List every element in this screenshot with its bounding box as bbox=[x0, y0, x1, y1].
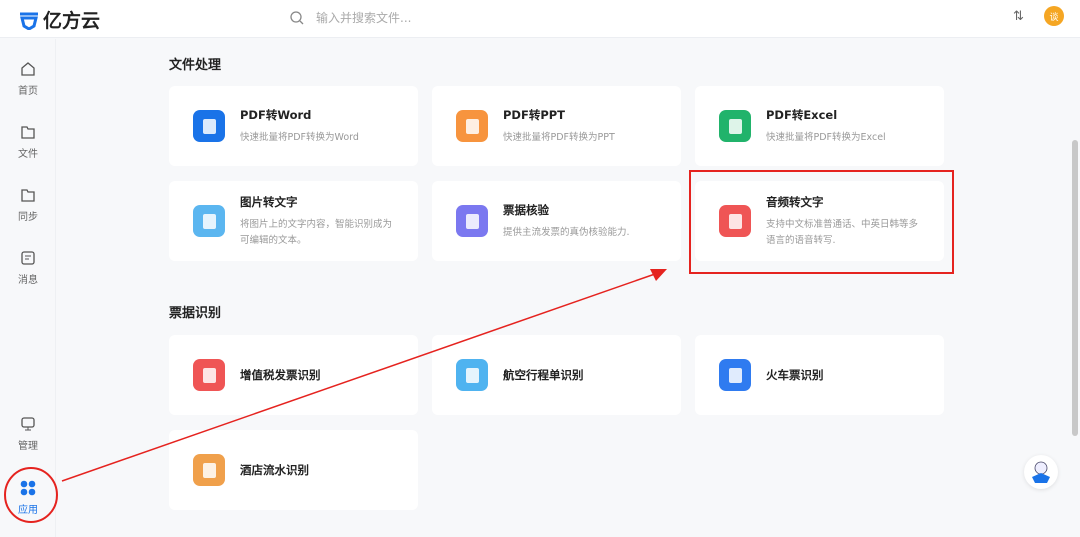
tool-title: 票据核验 bbox=[503, 202, 549, 217]
tool-icon bbox=[719, 110, 751, 142]
tool-title: 酒店流水识别 bbox=[240, 463, 309, 477]
tool-description: 快速批量将PDF转换为PPT bbox=[503, 131, 615, 143]
search-input[interactable]: 输入并搜索文件... bbox=[316, 9, 411, 26]
tool-card[interactable]: 酒店流水识别 bbox=[169, 430, 418, 510]
monitor-icon bbox=[21, 417, 35, 431]
tool-icon bbox=[456, 359, 488, 391]
sidebar-item-label: 首页 bbox=[18, 86, 38, 97]
message-icon bbox=[21, 251, 35, 265]
mascot-icon bbox=[1032, 461, 1050, 483]
search-icon bbox=[290, 10, 304, 24]
tool-card[interactable]: PDF转Excel 快速批量将PDF转换为Excel bbox=[695, 86, 944, 166]
tool-card[interactable]: 图片转文字 将图片上的文字内容，智能识别成为可编辑的文本。 bbox=[169, 181, 418, 261]
tool-icon bbox=[719, 359, 751, 391]
sidebar-item-label: 管理 bbox=[18, 441, 38, 452]
top-bar: 亿方云 输入并搜索文件... ⇅ 谈 bbox=[0, 0, 1080, 38]
tool-icon bbox=[193, 205, 225, 237]
annotation-layer bbox=[4, 170, 954, 523]
tool-card[interactable]: PDF转PPT 快速批量将PDF转换为PPT bbox=[432, 86, 681, 166]
sidebar-item-label: 应用 bbox=[18, 505, 38, 516]
scrollbar[interactable] bbox=[1072, 140, 1078, 436]
sidebar-item-files[interactable]: 文件 bbox=[0, 124, 56, 160]
tool-title: 航空行程单识别 bbox=[503, 368, 584, 382]
tool-card[interactable]: 票据核验 提供主流发票的真伪核验能力. bbox=[432, 181, 681, 261]
home-icon bbox=[21, 62, 35, 76]
tool-icon bbox=[193, 359, 225, 391]
transfer-icon[interactable]: ⇅ bbox=[1013, 9, 1024, 24]
sidebar-item-home[interactable]: 首页 bbox=[0, 61, 56, 97]
tool-title: PDF转Excel bbox=[766, 107, 838, 122]
tool-title: 音频转文字 bbox=[766, 194, 824, 209]
tool-card[interactable]: PDF转Word 快速批量将PDF转换为Word bbox=[169, 86, 418, 166]
sidebar: 首页 文件 同步 消息 管理 应用 bbox=[0, 39, 56, 537]
tool-title: 图片转文字 bbox=[240, 194, 298, 209]
logo-text: 亿方云 bbox=[43, 10, 101, 32]
sidebar-item-apps[interactable]: 应用 bbox=[0, 480, 56, 516]
tool-card[interactable]: 音频转文字 支持中文标准普通话、中英日韩等多语言的语音转写. bbox=[695, 181, 944, 261]
search-box[interactable]: 输入并搜索文件... bbox=[290, 9, 411, 26]
tool-icon bbox=[456, 110, 488, 142]
tool-description: 将图片上的文字内容，智能识别成为可编辑的文本。 bbox=[240, 218, 393, 246]
tool-card[interactable]: 火车票识别 bbox=[695, 335, 944, 415]
tool-title: PDF转PPT bbox=[503, 107, 566, 122]
tool-description: 快速批量将PDF转换为Word bbox=[240, 131, 359, 143]
logo[interactable]: 亿方云 bbox=[18, 6, 100, 33]
tool-title: 火车票识别 bbox=[766, 368, 824, 382]
sidebar-item-label: 文件 bbox=[18, 149, 38, 160]
tool-icon bbox=[193, 454, 225, 486]
folder-icon bbox=[21, 126, 35, 139]
sidebar-item-label: 消息 bbox=[18, 275, 38, 286]
tool-icon bbox=[719, 205, 751, 237]
tool-title: 增值税发票识别 bbox=[240, 368, 321, 382]
section-title: 文件处理 bbox=[169, 58, 222, 73]
tool-description: 快速批量将PDF转换为Excel bbox=[766, 131, 886, 143]
logo-icon bbox=[20, 12, 38, 30]
sidebar-item-messages[interactable]: 消息 bbox=[0, 250, 56, 286]
sync-folder-icon bbox=[21, 189, 35, 202]
apps-icon bbox=[20, 480, 36, 496]
avatar[interactable]: 谈 bbox=[1044, 6, 1064, 26]
tool-icon bbox=[456, 205, 488, 237]
tool-icon bbox=[193, 110, 225, 142]
section-title: 票据识别 bbox=[169, 306, 222, 321]
arrow-head bbox=[650, 269, 667, 281]
sidebar-item-sync[interactable]: 同步 bbox=[0, 187, 56, 223]
tool-description: 提供主流发票的真伪核验能力. bbox=[503, 226, 630, 238]
tool-card[interactable]: 航空行程单识别 bbox=[432, 335, 681, 415]
tool-title: PDF转Word bbox=[240, 107, 312, 122]
sidebar-item-admin[interactable]: 管理 bbox=[0, 416, 56, 452]
tool-description: 支持中文标准普通话、中英日韩等多语言的语音转写. bbox=[766, 218, 919, 246]
tool-card[interactable]: 增值税发票识别 bbox=[169, 335, 418, 415]
sidebar-item-label: 同步 bbox=[18, 212, 38, 223]
assistant-mascot-button[interactable] bbox=[1024, 455, 1058, 489]
